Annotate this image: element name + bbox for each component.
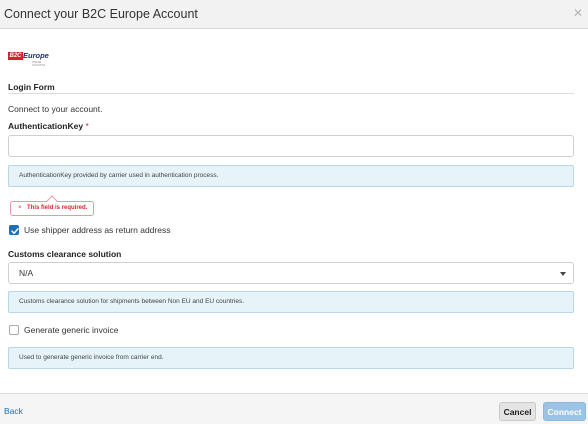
- intro-text: Connect to your account.: [8, 104, 103, 114]
- customs-label: Customs clearance solution: [8, 249, 122, 259]
- use-shipper-label[interactable]: Use shipper address as return address: [24, 225, 170, 235]
- section-title: Login Form: [8, 82, 55, 92]
- required-marker: *: [85, 121, 89, 131]
- customs-select-value: N/A: [19, 268, 34, 278]
- auth-key-label: AuthenticationKey *: [8, 121, 89, 131]
- dialog-title: Connect your B2C Europe Account: [4, 7, 198, 21]
- logo-subtitle: ONLINE LOGISTICS: [32, 61, 46, 67]
- back-link[interactable]: Back: [4, 406, 23, 416]
- section-divider: [8, 93, 574, 94]
- b2c-europe-logo: B2C Europe ONLINE LOGISTICS: [8, 51, 50, 67]
- auth-key-help-text: AuthenticationKey provided by carrier us…: [19, 172, 219, 179]
- close-icon[interactable]: ✕: [573, 6, 583, 20]
- auth-key-help: AuthenticationKey provided by carrier us…: [8, 165, 574, 187]
- error-message: This field is required.: [27, 205, 88, 211]
- connect-button[interactable]: Connect: [543, 402, 586, 421]
- auth-key-input[interactable]: [8, 135, 574, 157]
- logo-tag: B2C: [8, 52, 23, 60]
- dialog-header: Connect your B2C Europe Account ✕: [0, 0, 588, 29]
- customs-help: Customs clearance solution for shipments…: [8, 291, 574, 313]
- checkmark-icon: [11, 228, 19, 234]
- auth-key-label-text: AuthenticationKey: [8, 121, 84, 131]
- logo-word: Europe: [23, 51, 49, 60]
- customs-select[interactable]: N/A: [8, 262, 574, 284]
- cancel-button[interactable]: Cancel: [499, 402, 536, 421]
- dialog-footer: Back Cancel Connect: [0, 393, 588, 424]
- use-shipper-checkbox[interactable]: [9, 225, 19, 235]
- generic-invoice-checkbox[interactable]: [9, 325, 19, 335]
- chevron-down-icon: [560, 272, 566, 276]
- generic-invoice-help: Used to generate generic invoice from ca…: [8, 347, 574, 369]
- auth-key-error: × This field is required.: [10, 195, 94, 216]
- customs-help-text: Customs clearance solution for shipments…: [19, 298, 245, 305]
- error-icon: ×: [18, 205, 22, 211]
- generic-invoice-help-text: Used to generate generic invoice from ca…: [19, 354, 164, 361]
- generic-invoice-label[interactable]: Generate generic invoice: [24, 325, 119, 335]
